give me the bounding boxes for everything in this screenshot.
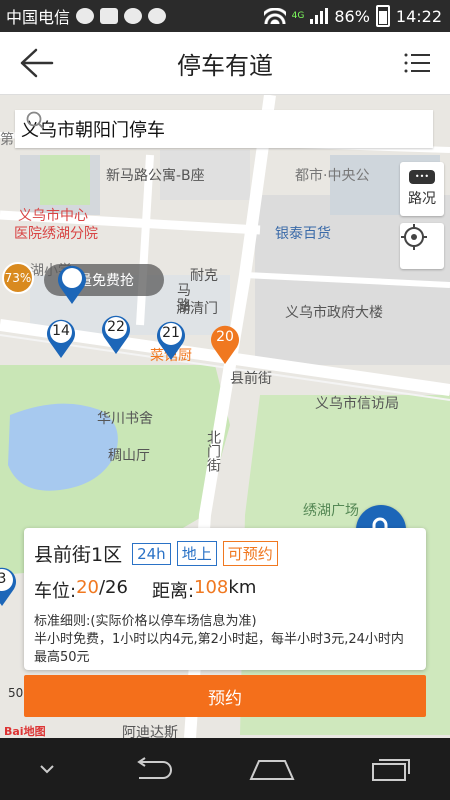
parking-name: 县前街1区	[34, 544, 123, 566]
map-label: 第	[0, 132, 14, 148]
reserve-button[interactable]: 预约	[24, 675, 426, 717]
pin-number: 20	[216, 329, 234, 345]
parking-pin[interactable]: 22	[100, 313, 132, 355]
map-label: 都市·中央公	[295, 168, 370, 184]
map-label: 银泰百货	[275, 226, 331, 242]
traffic-label: 路况	[408, 191, 436, 207]
menu-list-icon[interactable]	[404, 52, 430, 74]
pin-number: 22	[107, 319, 125, 335]
page-title: 停车有道	[177, 51, 273, 80]
map-label: 新马路公寓-B座	[106, 168, 205, 184]
spaces-label: 车位:	[34, 581, 77, 602]
parking-pin-selected[interactable]: 20	[209, 323, 241, 365]
system-nav-bar	[0, 738, 450, 800]
collapse-chevron-icon[interactable]	[37, 762, 57, 776]
battery-percent: 86%	[334, 6, 370, 26]
parking-info-card[interactable]: 县前街1区 24h 地上 可预约 车位: 20 /26 距离: 108 km 标…	[24, 528, 426, 670]
tag-24h: 24h	[132, 542, 171, 565]
map-label: 医院绣湖分院	[14, 226, 98, 242]
map-label: 义乌市中心	[18, 208, 88, 224]
network-type: 4G	[291, 10, 305, 21]
rules-title: 标准细则:(实际价格以停车场信息为准)	[34, 614, 257, 629]
spaces-free: 20	[76, 577, 99, 598]
map-label: 义乌市政府大楼	[285, 305, 383, 321]
traffic-icon: •••	[409, 170, 435, 184]
parking-pin[interactable]: 14	[45, 317, 77, 359]
status-bar: 中国电信 4G 86% 14:22	[0, 0, 450, 32]
battery-icon	[375, 5, 390, 27]
percent-badge[interactable]: 73%	[2, 262, 34, 294]
map-label: 县前街	[230, 371, 272, 387]
map-label: 绣湖广场	[303, 503, 359, 519]
home-icon[interactable]	[249, 757, 295, 781]
tag-ground: 地上	[176, 541, 217, 566]
sync-icon	[148, 8, 167, 24]
recents-icon[interactable]	[369, 756, 413, 782]
emoji-icon	[124, 8, 143, 24]
parking-pin[interactable]: 21	[155, 319, 187, 361]
parking-pin[interactable]: 3	[0, 565, 18, 607]
baidu-logo: Bai地图	[4, 725, 46, 738]
search-icon	[26, 111, 44, 129]
back-arrow-icon[interactable]	[18, 46, 54, 80]
map-label: 稠山厅	[108, 448, 150, 464]
map-label: 湖清门	[176, 301, 218, 317]
pin-marker-icon	[58, 265, 86, 304]
map-label: 义乌市信访局	[315, 396, 399, 412]
gallery-icon	[100, 8, 119, 24]
wifi-icon	[263, 8, 286, 24]
map-label: 阿迪达斯	[122, 725, 178, 738]
locate-crosshair-icon	[401, 224, 427, 250]
map-scale: 50	[8, 686, 24, 700]
clock: 14:22	[395, 6, 442, 26]
traffic-toggle-button[interactable]: ••• 路况	[400, 162, 444, 216]
pin-number: 14	[52, 323, 70, 339]
pin-number: 3	[0, 571, 7, 587]
map-label: 华川书舍	[97, 411, 153, 427]
distance-label: 距离:	[151, 581, 195, 602]
tag-reservable: 可预约	[222, 541, 278, 566]
carrier-label: 中国电信	[6, 8, 71, 27]
map-label: 耐克	[190, 268, 218, 284]
rules-text: 半小时免费，1小时以内4元,第2小时起，每半小时3元,24小时内最高50元	[34, 632, 404, 665]
search-bar[interactable]: 义乌市朝阳门停车	[15, 110, 433, 148]
signal-icon	[310, 8, 329, 24]
locate-button[interactable]	[400, 223, 444, 269]
back-icon[interactable]	[131, 756, 175, 782]
map-label: 北门街	[205, 430, 221, 472]
spaces-total: /26	[98, 577, 128, 598]
parking-pin[interactable]	[56, 263, 88, 305]
app-header: 停车有道	[0, 32, 450, 95]
distance-unit: km	[228, 577, 257, 598]
pin-number: 21	[162, 325, 180, 341]
distance-value: 108	[194, 577, 229, 598]
wechat-icon	[76, 8, 95, 24]
